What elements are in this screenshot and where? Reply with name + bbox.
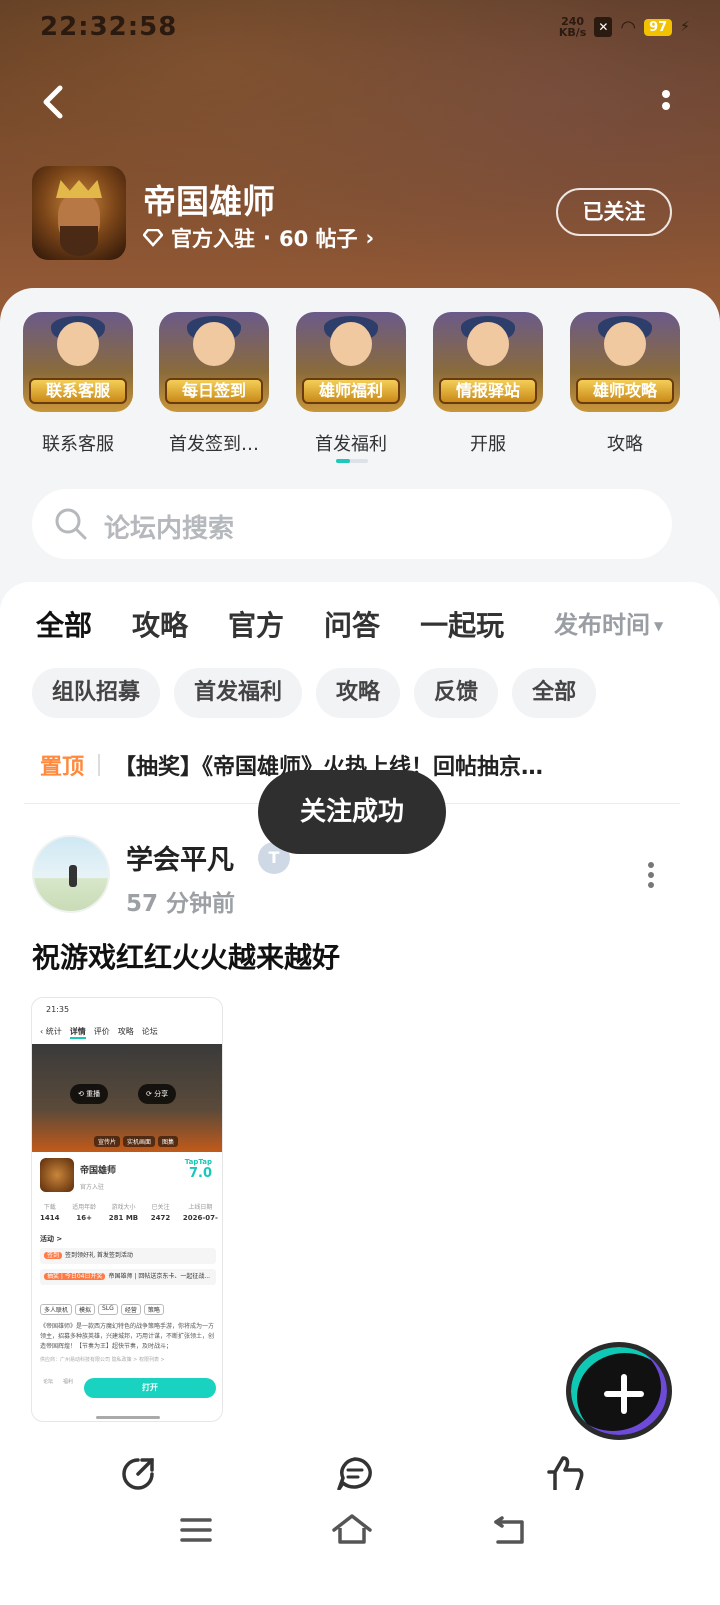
shortcut-label: 联系客服 bbox=[42, 434, 114, 455]
menu-icon[interactable] bbox=[174, 1510, 218, 1550]
server-image: 情报驿站 bbox=[433, 312, 543, 412]
shortcut-signin[interactable]: 每日签到 首发签到… bbox=[154, 312, 274, 456]
chip-team-recruit[interactable]: 组队招募 bbox=[32, 668, 161, 718]
game-title: 帝国雄师 bbox=[143, 182, 275, 221]
sort-dropdown[interactable]: 发布时间 ▼ bbox=[554, 605, 663, 640]
shortcut-customer-service[interactable]: 联系客服 联系客服 bbox=[18, 312, 138, 456]
notification-icon: ✕ bbox=[594, 17, 613, 37]
welfare-image: 雄师福利 bbox=[296, 312, 406, 412]
posts-count: 60 帖子 bbox=[278, 227, 358, 251]
toast-message: 关注成功 bbox=[258, 770, 446, 854]
wifi-icon: ◠ bbox=[620, 16, 637, 38]
forum-search-bar[interactable]: 论坛内搜索 bbox=[32, 489, 672, 559]
clock: 22:32:58 bbox=[40, 12, 178, 42]
share-icon[interactable] bbox=[118, 1456, 158, 1490]
post-actions bbox=[0, 1450, 720, 1490]
charging-icon: ⚡ bbox=[680, 19, 690, 35]
search-placeholder: 论坛内搜索 bbox=[104, 514, 235, 544]
more-options-icon[interactable] bbox=[662, 90, 672, 118]
official-label: 官方入驻 bbox=[171, 227, 255, 251]
caret-down-icon: ▼ bbox=[654, 619, 664, 633]
system-navigation-bar bbox=[0, 1490, 720, 1605]
post-image[interactable]: 21:35 ‹ 统计 详情 评价 攻略 论坛 ⟲ 重播 ⟳ 分享 宣传片 实机画面… bbox=[31, 997, 223, 1422]
search-icon bbox=[55, 508, 87, 540]
post-more-icon[interactable] bbox=[648, 862, 656, 888]
like-icon[interactable] bbox=[545, 1456, 585, 1490]
shortcut-guide[interactable]: 雄师攻略 攻略 bbox=[565, 312, 685, 456]
shortcut-label: 首发签到… bbox=[169, 434, 259, 455]
shortcut-row: 联系客服 联系客服 每日签到 首发签到… 雄师福利 首发福利 情报驿站 开服 雄… bbox=[0, 312, 720, 462]
chip-welfare[interactable]: 首发福利 bbox=[174, 668, 303, 718]
user-avatar[interactable] bbox=[32, 835, 110, 913]
follow-button[interactable]: 已关注 bbox=[556, 188, 672, 236]
separator-dot: · bbox=[263, 226, 271, 250]
shortcut-label: 开服 bbox=[470, 434, 506, 455]
sort-label: 发布时间 bbox=[554, 611, 650, 639]
pinned-tag: 置顶 bbox=[40, 755, 85, 780]
tab-official[interactable]: 官方 bbox=[228, 604, 284, 644]
game-avatar[interactable] bbox=[32, 166, 126, 260]
post-title[interactable]: 祝游戏红红火火越来越好 bbox=[32, 936, 340, 976]
battery-indicator: 97 bbox=[644, 18, 673, 36]
shortcut-server[interactable]: 情报驿站 开服 bbox=[428, 312, 548, 456]
shortcut-label: 首发福利 bbox=[315, 434, 387, 455]
back-icon[interactable] bbox=[488, 1510, 532, 1550]
chip-feedback[interactable]: 反馈 bbox=[414, 668, 499, 718]
signin-image: 每日签到 bbox=[159, 312, 269, 412]
chevron-right-icon: › bbox=[365, 226, 375, 250]
divider bbox=[98, 754, 101, 776]
diamond-icon bbox=[143, 229, 163, 247]
shortcut-page-indicator bbox=[336, 459, 368, 463]
filter-chips: 组队招募 首发福利 攻略 反馈 全部 bbox=[32, 668, 597, 718]
post-timestamp: 57 分钟前 bbox=[126, 891, 236, 917]
status-bar: 22:32:58 240 KB/s ✕ ◠ 97 ⚡ bbox=[0, 0, 720, 56]
shortcut-label: 攻略 bbox=[607, 434, 643, 455]
post-username[interactable]: 学会平凡 bbox=[126, 838, 234, 877]
guide-image: 雄师攻略 bbox=[570, 312, 680, 412]
game-meta[interactable]: 官方入驻 · 60 帖子 › bbox=[143, 223, 374, 253]
tab-qa[interactable]: 问答 bbox=[324, 604, 380, 644]
tab-play-together[interactable]: 一起玩 bbox=[420, 604, 504, 644]
plus-icon bbox=[621, 1374, 627, 1414]
chip-all[interactable]: 全部 bbox=[512, 668, 597, 718]
category-tabs: 全部 攻略 官方 问答 一起玩 bbox=[36, 602, 544, 652]
home-icon[interactable] bbox=[330, 1510, 374, 1550]
shortcut-welfare[interactable]: 雄师福利 首发福利 bbox=[291, 312, 411, 456]
network-speed: 240 KB/s bbox=[558, 15, 587, 39]
back-arrow-icon[interactable] bbox=[36, 82, 72, 122]
customer-service-image: 联系客服 bbox=[23, 312, 133, 412]
create-post-button[interactable] bbox=[566, 1342, 672, 1440]
tab-guide[interactable]: 攻略 bbox=[132, 604, 188, 644]
comment-icon[interactable] bbox=[335, 1456, 375, 1490]
chip-guide[interactable]: 攻略 bbox=[316, 668, 401, 718]
tab-all[interactable]: 全部 bbox=[36, 604, 92, 652]
